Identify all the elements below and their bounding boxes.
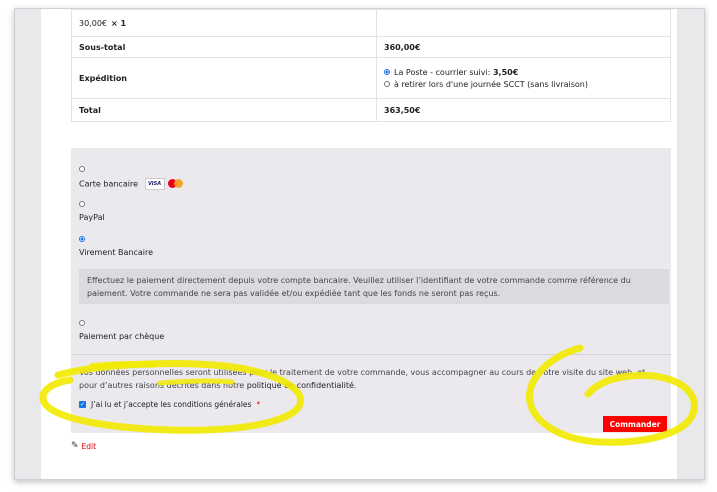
payment-method-card[interactable]: Carte bancaire VISA: [79, 166, 184, 190]
product-cell: 30,00€ × 1: [71, 9, 377, 37]
mastercard-icon: [167, 178, 184, 188]
divider: [71, 354, 671, 355]
checkout-page: 30,00€ × 1 Sous-total 360,00€ Expédition …: [41, 9, 677, 479]
required-mark: *: [256, 400, 261, 409]
radio-unselected[interactable]: [384, 81, 390, 87]
subtotal-value: 360,00€: [376, 36, 671, 58]
payment-method-bank-transfer[interactable]: Virement Bancaire: [79, 236, 153, 257]
total-value: 363,50€: [376, 98, 671, 122]
subtotal-label: Sous-total: [71, 36, 377, 58]
shipping-option-label: à retirer lors d'une journée SCCT (sans …: [394, 79, 588, 89]
radio-selected[interactable]: [384, 69, 390, 75]
payment-method-label: Carte bancaire: [79, 179, 138, 189]
visa-icon: VISA: [144, 178, 165, 190]
privacy-notice: Vos données personnelles seront utilisée…: [79, 366, 665, 392]
payment-method-label: Virement Bancaire: [79, 248, 154, 257]
place-order-button[interactable]: Commander: [603, 416, 667, 432]
radio-selected[interactable]: [79, 236, 85, 242]
product-quantity: × 1: [111, 18, 127, 28]
privacy-text: Vos données personnelles seront utilisée…: [79, 368, 646, 390]
radio-unselected[interactable]: [79, 320, 85, 326]
radio-unselected[interactable]: [79, 201, 85, 207]
product-price: 30,00€: [79, 18, 107, 28]
shipping-options: La Poste - courrier suivi: 3,50€ à retir…: [376, 57, 671, 99]
product-total-cell: [376, 9, 671, 37]
payment-method-paypal[interactable]: PayPal: [79, 201, 105, 222]
edit-icon: ✎: [71, 441, 79, 451]
edit-link[interactable]: ✎ Edit: [71, 441, 96, 451]
shipping-option-pickup[interactable]: à retirer lors d'une journée SCCT (sans …: [384, 80, 663, 89]
privacy-policy-link[interactable]: politique de confidentialité: [247, 381, 354, 390]
terms-label: J’ai lu et j’accepte les conditions géné…: [91, 400, 252, 409]
payment-methods-panel: Carte bancaire VISA PayPal Virement Banc…: [71, 148, 671, 433]
radio-unselected[interactable]: [79, 166, 85, 172]
order-review-table: 30,00€ × 1 Sous-total 360,00€ Expédition …: [71, 9, 671, 122]
screenshot-frame: 30,00€ × 1 Sous-total 360,00€ Expédition …: [14, 8, 705, 480]
payment-method-cheque[interactable]: Paiement par chèque: [79, 320, 164, 341]
card-logos: VISA: [144, 178, 184, 190]
terms-checkbox-row[interactable]: ✓ J’ai lu et j’accepte les conditions gé…: [79, 400, 260, 409]
edit-label: Edit: [81, 441, 97, 451]
table-row: Total 363,50€: [71, 98, 671, 122]
shipping-label: Expédition: [71, 57, 377, 99]
table-row: Sous-total 360,00€: [71, 36, 671, 58]
payment-method-label: Paiement par chèque: [79, 332, 165, 341]
total-label: Total: [71, 98, 377, 122]
shipping-option-la-poste[interactable]: La Poste - courrier suivi: 3,50€: [384, 68, 663, 77]
table-row: Expédition La Poste - courrier suivi: 3,…: [71, 57, 671, 99]
privacy-end: .: [353, 381, 357, 390]
terms-checkbox[interactable]: ✓: [79, 401, 86, 408]
table-row: 30,00€ × 1: [71, 9, 671, 37]
payment-method-label: PayPal: [79, 213, 105, 222]
shipping-option-label: La Poste - courrier suivi: 3,50€: [394, 67, 519, 77]
bank-transfer-description: Effectuez le paiement directement depuis…: [79, 269, 669, 304]
